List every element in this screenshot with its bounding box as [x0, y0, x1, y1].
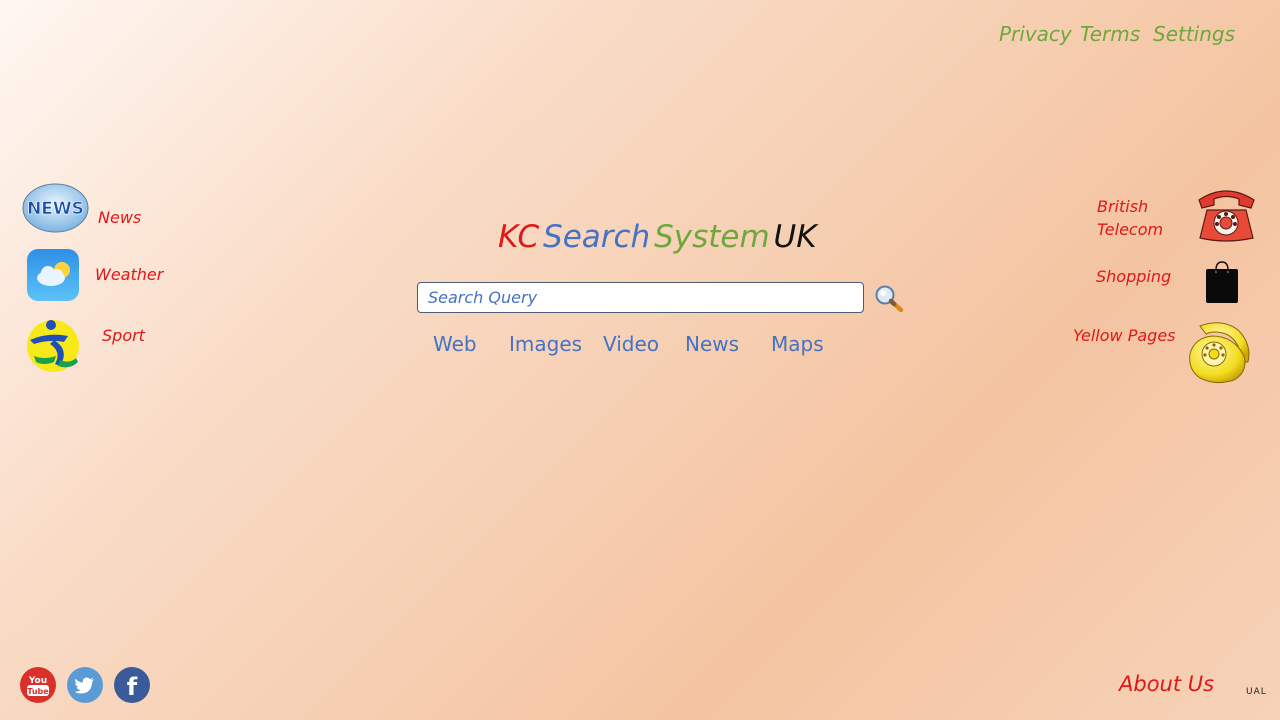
sidebar-item-news[interactable]: News [98, 206, 141, 229]
telephone-icon[interactable] [1195, 184, 1258, 244]
search-button[interactable] [873, 284, 905, 314]
facebook-text: f [127, 673, 138, 701]
twitter-icon[interactable] [67, 667, 103, 703]
search-input[interactable] [417, 282, 864, 313]
british-telecom-line1: British [1097, 197, 1149, 216]
news-icon-text: NEWS [27, 199, 84, 219]
tab-maps[interactable]: Maps [771, 332, 824, 356]
sidebar-item-sport[interactable]: Sport [102, 324, 145, 347]
about-us-link[interactable]: About Us [1119, 672, 1214, 696]
logo-kc: KC [498, 219, 540, 255]
youtube-text-top: You [28, 676, 47, 686]
youtube-icon[interactable]: You Tube [20, 667, 56, 703]
sidebar-item-shopping[interactable]: Shopping [1096, 265, 1171, 288]
youtube-text-bottom: Tube [27, 687, 49, 696]
logo-search: Search [543, 219, 651, 255]
site-logo: KC Search System UK [498, 219, 817, 255]
tab-images[interactable]: Images [509, 332, 582, 356]
sidebar-item-weather[interactable]: Weather [95, 263, 163, 286]
weather-icon[interactable] [27, 249, 79, 301]
tab-video[interactable]: Video [603, 332, 659, 356]
tab-web[interactable]: Web [433, 332, 477, 356]
settings-link[interactable]: Settings [1153, 22, 1235, 46]
yellow-phone-icon[interactable] [1186, 320, 1254, 386]
footer-mark: UAL [1246, 687, 1267, 697]
news-icon[interactable]: NEWS [22, 183, 89, 233]
shopping-bag-icon[interactable] [1204, 260, 1240, 304]
british-telecom-line2: Telecom [1097, 220, 1164, 239]
sidebar-item-yellow-pages[interactable]: Yellow Pages [1073, 324, 1176, 347]
facebook-icon[interactable]: f [114, 667, 150, 703]
tab-news[interactable]: News [685, 332, 739, 356]
logo-system: System [654, 219, 770, 255]
terms-link[interactable]: Terms [1080, 22, 1140, 46]
sidebar-item-british-telecom[interactable]: British Telecom [1097, 195, 1163, 241]
privacy-link[interactable]: Privacy [999, 22, 1072, 46]
magnifier-icon [875, 285, 904, 313]
sport-icon[interactable] [24, 316, 82, 374]
logo-uk: UK [773, 219, 817, 255]
